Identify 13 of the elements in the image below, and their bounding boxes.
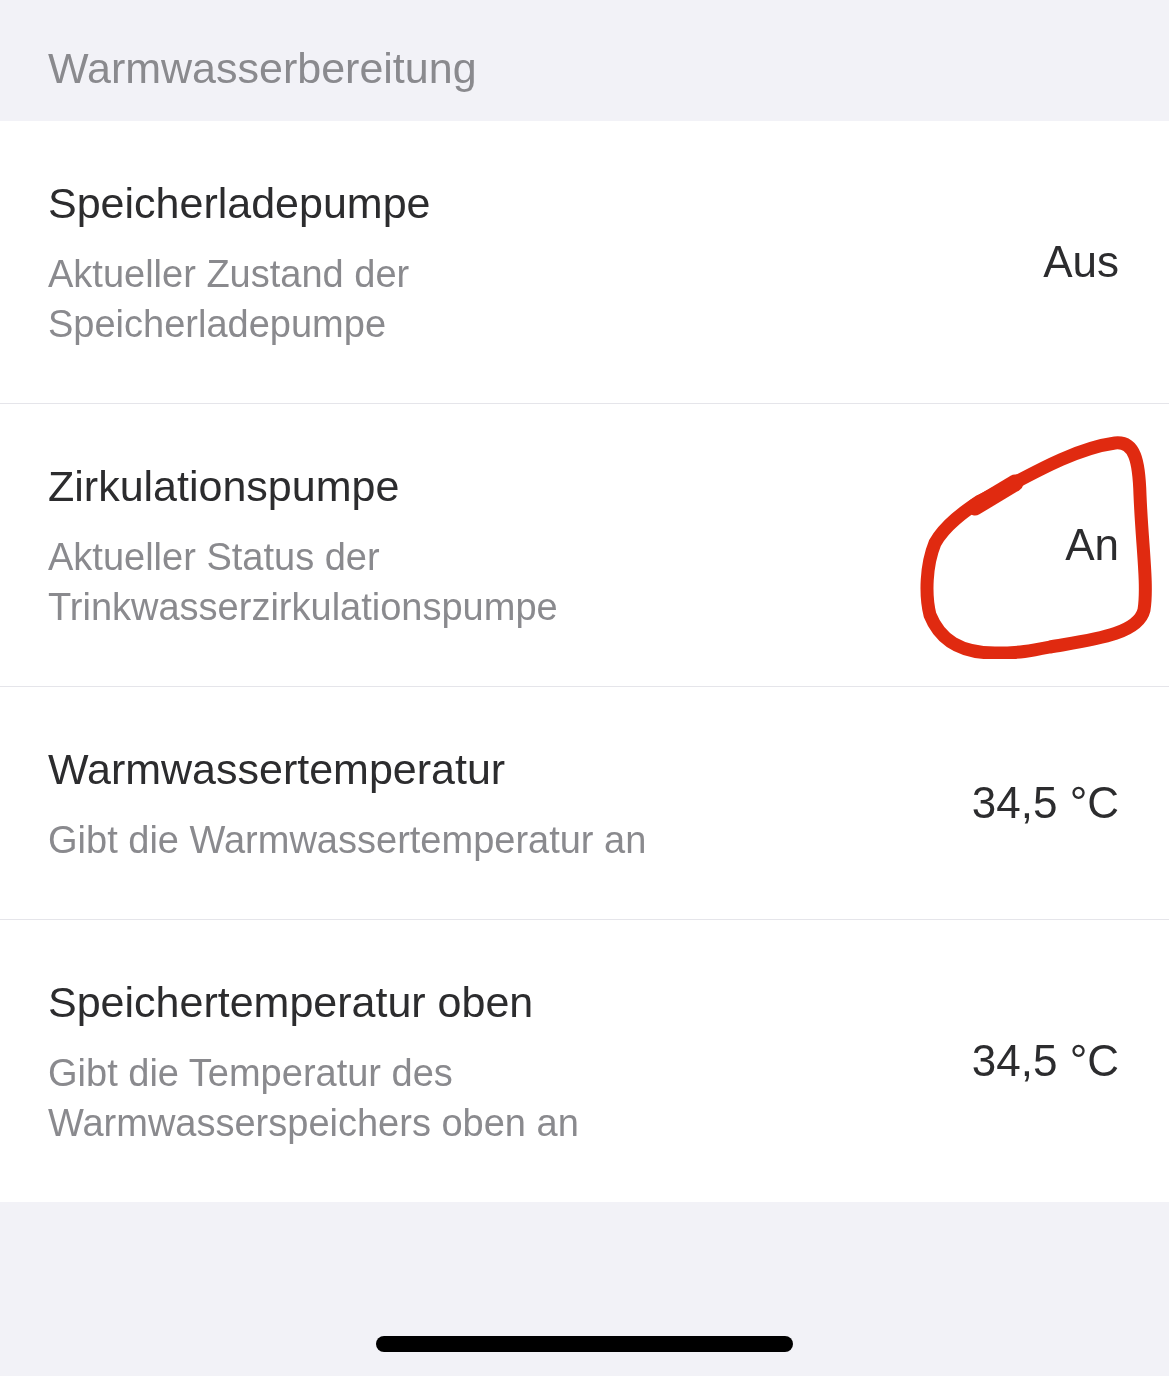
section-header: Warmwasserbereitung [48,43,477,94]
setting-value: Aus [1043,236,1119,288]
setting-value: An [1065,519,1119,571]
setting-value: 34,5 °C [971,777,1119,829]
setting-title: Zirkulationspumpe [48,461,400,512]
setting-description: Aktueller Status der Trinkwasserzirkulationspumpe [48,535,559,630]
setting-description: Gibt die Warmwassertemperatur an [48,818,647,863]
setting-title: Speichertemperatur oben [48,977,534,1028]
setting-description: Gibt die Temperatur des Warmwasserspeichers oben an [48,1051,580,1146]
setting-description: Aktueller Zustand der Speicherladepumpe [48,252,411,347]
setting-title: Speicherladepumpe [48,178,431,229]
setting-value: 34,5 °C [971,1035,1119,1087]
setting-title: Warmwassertemperatur [48,744,506,795]
